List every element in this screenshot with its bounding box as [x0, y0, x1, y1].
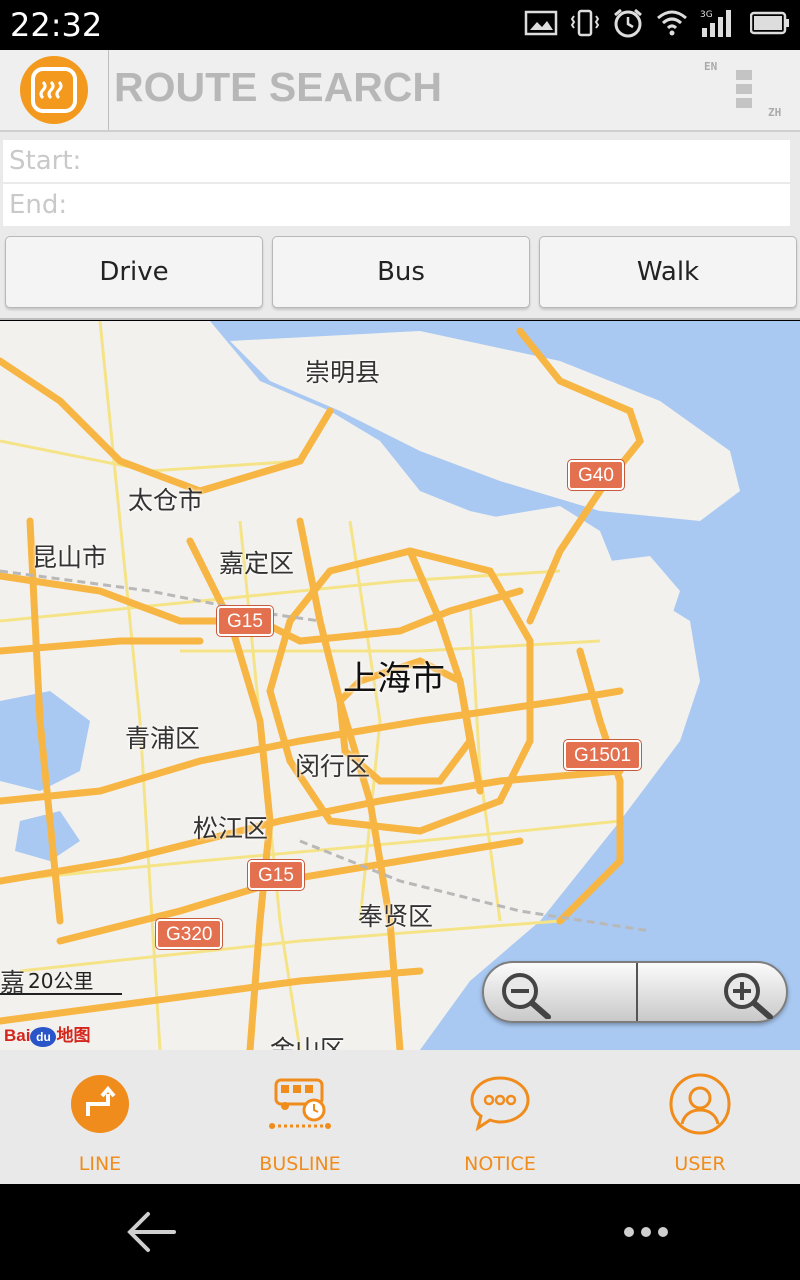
battery-icon	[749, 11, 790, 39]
zoom-out-button[interactable]	[498, 969, 558, 1020]
place-label: 青浦区	[125, 724, 201, 753]
start-input[interactable]	[3, 140, 790, 182]
provider-text: Bai	[4, 1026, 31, 1045]
provider-suffix: 地图	[56, 1026, 91, 1045]
app-header: ROUTE SEARCH EN ZH	[0, 50, 800, 132]
header-divider	[108, 50, 109, 130]
nav-user-label: USER	[674, 1153, 726, 1175]
status-bar: 22:32 3G	[0, 0, 800, 50]
map-view[interactable]: 崇明县 太仓市 昆山市 嘉定区 上海市 青浦区 闵行区 松江区 奉贤区 金山区 …	[0, 321, 800, 1050]
bus-button[interactable]: Bus	[272, 236, 530, 308]
chat-bubble-icon	[470, 1076, 530, 1132]
app-logo-icon[interactable]	[20, 56, 88, 124]
place-label: 奉贤区	[358, 902, 434, 931]
mode-selector: Drive Bus Walk	[0, 228, 800, 320]
bottom-nav: LINE BUSLINE NOTICE USER	[0, 1050, 800, 1184]
route-form	[0, 132, 800, 228]
zoom-out-icon	[502, 973, 551, 1020]
status-time: 22:32	[10, 6, 103, 44]
nav-line[interactable]: LINE	[0, 1050, 200, 1184]
highway-shield: G320	[154, 918, 224, 950]
nav-notice[interactable]: NOTICE	[400, 1050, 600, 1184]
highway-shield: G40	[567, 459, 625, 491]
baidu-paw-icon: du	[30, 1026, 57, 1047]
highway-shield: G1501	[562, 739, 643, 771]
zoom-control	[482, 961, 788, 1023]
map-provider-logo: Bai du 地图	[4, 1021, 90, 1047]
language-switch[interactable]: EN ZH	[700, 58, 792, 124]
image-notification-icon	[524, 10, 558, 40]
place-label: 太仓市	[128, 486, 204, 515]
zoom-separator	[636, 963, 638, 1021]
end-input[interactable]	[3, 184, 790, 226]
lang-slider-bar	[736, 70, 752, 80]
map-scale-bar: 20公里	[0, 961, 122, 995]
place-label: 松江区	[193, 814, 269, 843]
nav-user[interactable]: USER	[600, 1050, 800, 1184]
place-label: 昆山市	[32, 543, 108, 572]
nav-notice-label: NOTICE	[464, 1153, 536, 1175]
route-icon	[71, 1075, 129, 1133]
lang-slider-bar	[736, 98, 752, 108]
network-type-label: 3G	[700, 10, 713, 20]
drive-button[interactable]: Drive	[5, 236, 263, 308]
place-label: 崇明县	[305, 358, 381, 387]
walk-button[interactable]: Walk	[539, 236, 797, 308]
highway-shield: G15	[216, 605, 274, 637]
place-label: 嘉定区	[219, 549, 295, 578]
bus-clock-icon	[269, 1078, 331, 1129]
zoom-in-icon	[724, 973, 773, 1020]
user-icon	[669, 1073, 731, 1135]
city-label: 上海市	[343, 659, 445, 699]
lang-slider-bar	[736, 84, 752, 94]
more-dots-icon[interactable]	[622, 1222, 670, 1242]
zoom-in-button[interactable]	[720, 969, 780, 1020]
wifi-icon	[656, 9, 688, 41]
map-scale-label: 20公里	[28, 969, 94, 993]
nav-line-label: LINE	[78, 1153, 122, 1175]
highway-shield: G15	[247, 859, 305, 891]
signal-icon: 3G	[700, 8, 738, 42]
nav-busline-label: BUSLINE	[259, 1153, 341, 1175]
back-arrow-icon[interactable]	[126, 1206, 178, 1258]
system-nav-bar	[0, 1184, 800, 1280]
lang-en-label: EN	[704, 60, 718, 73]
lang-zh-label: ZH	[768, 106, 782, 119]
alarm-icon	[612, 7, 644, 43]
status-icons: 3G	[524, 8, 790, 42]
nav-busline[interactable]: BUSLINE	[200, 1050, 400, 1184]
place-label: 闵行区	[295, 752, 371, 781]
vibrate-icon	[570, 8, 600, 42]
place-label: 金山区	[270, 1035, 346, 1050]
page-title: ROUTE SEARCH	[114, 64, 443, 110]
